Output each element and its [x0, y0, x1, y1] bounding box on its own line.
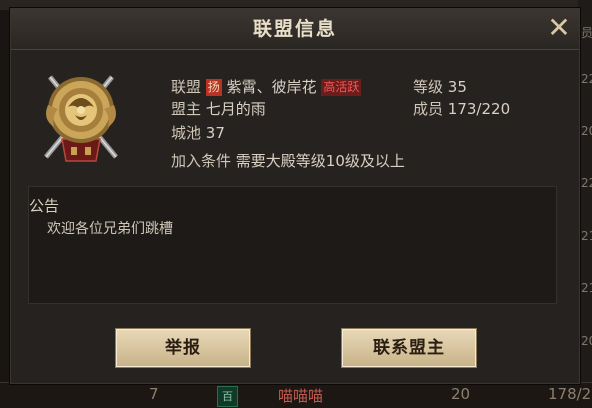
leader-row: 盟主 七月的雨 [171, 98, 266, 119]
alliance-info-dialog: 联盟信息 ✕ 联盟 扬 紫霄、彼岸花 高活跃 等级 35 盟主 七月的雨 成员 … [10, 8, 580, 384]
members-label: 成员 [413, 100, 444, 118]
activity-badge: 高活跃 [321, 79, 362, 96]
background-list-value: 21 [581, 229, 592, 243]
level-label: 等级 [413, 78, 444, 96]
report-button[interactable]: 举报 [115, 328, 251, 368]
alliance-name: 紫霄、彼岸花 [226, 78, 317, 96]
alliance-name-row: 联盟 扬 紫霄、彼岸花 高活跃 [171, 76, 362, 97]
background-list-value: 20 [581, 124, 592, 138]
alliance-label: 联盟 [171, 78, 202, 96]
background-row-members: 178/2 [548, 385, 592, 403]
background-list-value: 21 [581, 281, 592, 295]
contact-leader-button[interactable]: 联系盟主 [341, 328, 477, 368]
leader-name: 七月的雨 [205, 100, 266, 118]
leader-label: 盟主 [171, 100, 202, 118]
close-icon[interactable]: ✕ [545, 14, 573, 42]
announcement-title: 公告 [29, 197, 60, 215]
background-row-rank: 7 [149, 385, 159, 403]
background-row-name: 喵喵喵 [278, 387, 324, 405]
join-condition-value: 需要大殿等级10级及以上 [235, 152, 405, 170]
alliance-emblem-icon [44, 75, 118, 162]
background-row-level: 20 [451, 385, 471, 403]
cities-row: 城池 37 [171, 122, 225, 143]
cities-value: 37 [205, 124, 225, 142]
dialog-title: 联盟信息 [252, 18, 337, 40]
announcement-text: 欢迎各位兄弟们跳槽 [47, 221, 173, 237]
announcement-panel [28, 186, 557, 304]
level-value: 35 [447, 78, 467, 96]
alliance-tag-badge: 扬 [205, 79, 222, 96]
background-row-badge: 百 [217, 386, 238, 407]
cities-label: 城池 [171, 124, 202, 142]
background-list-value: 20 [581, 334, 592, 348]
background-column-header: 员 [581, 26, 592, 40]
members-row: 成员 173/220 [413, 98, 510, 119]
members-value: 173/220 [447, 100, 511, 118]
background-list-value: 22 [581, 72, 592, 86]
join-condition-row: 加入条件 需要大殿等级10级及以上 [171, 150, 405, 171]
background-list-value: 22 [581, 176, 592, 190]
level-row: 等级 35 [413, 76, 467, 97]
join-condition-label: 加入条件 [171, 152, 232, 170]
